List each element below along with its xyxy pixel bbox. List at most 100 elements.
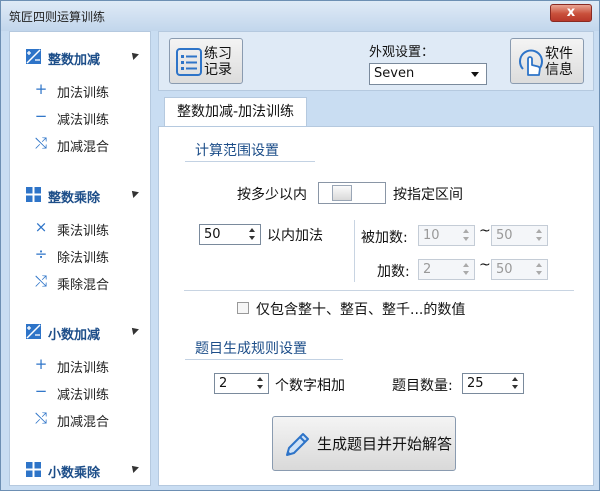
addend-max-value: 50 [496, 262, 513, 277]
tab-integer-addition[interactable]: 整数加减-加法训练 [164, 97, 307, 127]
range-tilde: ~ [479, 257, 491, 273]
interval-mode-label: 按指定区间 [393, 187, 463, 203]
stepper-arrows-icon[interactable] [462, 228, 471, 243]
appearance-label: 外观设置： [369, 45, 435, 60]
practice-record-label: 练习 记录 [204, 46, 232, 78]
sidebar-group-decimal-add-sub[interactable]: 小数加减 + 加法训练 − 减法训练 ⤭ 加减混合 [10, 321, 150, 434]
sidebar-group-header[interactable]: 整数乘除 [10, 184, 150, 206]
plus-icon: + [34, 355, 48, 373]
sidebar-item-label: 加减混合 [57, 415, 110, 430]
augend-min-value: 10 [423, 228, 440, 243]
close-button[interactable]: x [550, 4, 592, 22]
sidebar-item-subtraction-training[interactable]: − 减法训练 [10, 105, 150, 132]
within-suffix-label: 以内加法 [267, 228, 323, 244]
stepper-arrows-icon[interactable] [535, 262, 544, 277]
shuffle-icon: ⤭ [34, 134, 47, 152]
app-window: 筑匠四则运算训练 x 整数加减 + 加法训练 − 减法训练 ⤭ 加减混合 整数乘… [0, 0, 600, 491]
addend-min-stepper[interactable]: 2 [418, 259, 475, 280]
sidebar-item-decimal-add-sub-mixed[interactable]: ⤭ 加减混合 [10, 407, 150, 434]
sidebar-item-label: 乘除混合 [57, 278, 110, 293]
shuffle-icon: ⤭ [34, 272, 47, 290]
sidebar-item-label: 加法训练 [57, 86, 110, 101]
shuffle-icon: ⤭ [34, 409, 47, 427]
generate-button-label: 生成题目并开始解答 [317, 435, 453, 453]
grid-icon [26, 462, 41, 477]
section-divider [185, 359, 343, 360]
numbers-count-value: 2 [219, 376, 228, 391]
section-divider [185, 161, 315, 162]
within-value-stepper[interactable]: 50 [199, 224, 261, 245]
sidebar-group-header[interactable]: 小数乘除 [10, 459, 150, 481]
window-title: 筑匠四则运算训练 [9, 10, 106, 24]
sidebar-item-mul-div-mixed[interactable]: ⤭ 乘除混合 [10, 270, 150, 297]
sidebar-item-addition-training[interactable]: + 加法训练 [10, 78, 150, 105]
vertical-divider [354, 220, 355, 282]
within-mode-label: 按多少以内 [237, 187, 307, 203]
augend-label: 被加数: [361, 230, 408, 246]
augend-max-stepper[interactable]: 50 [491, 225, 548, 246]
sidebar-group-decimal-mul-div[interactable]: 小数乘除 [10, 459, 150, 481]
appearance-select[interactable]: Seven [369, 63, 487, 85]
sidebar-item-label: 除法训练 [57, 251, 110, 266]
divide-icon: ÷ [34, 245, 48, 263]
addend-label: 加数: [377, 264, 410, 280]
sidebar-item-decimal-subtraction-training[interactable]: − 减法训练 [10, 380, 150, 407]
question-count-value: 25 [467, 376, 484, 391]
sidebar-item-division-training[interactable]: ÷ 除法训练 [10, 243, 150, 270]
collapse-caret-icon[interactable] [129, 188, 139, 198]
plus-icon: + [34, 80, 48, 98]
augend-max-value: 50 [496, 228, 513, 243]
software-info-button[interactable]: 软件 信息 [510, 38, 584, 84]
sidebar-item-decimal-addition-training[interactable]: + 加法训练 [10, 353, 150, 380]
pencil-icon [286, 433, 309, 456]
sidebar-group-header[interactable]: 小数加减 [10, 321, 150, 343]
plus-minus-grid-icon [26, 324, 41, 339]
collapse-caret-icon[interactable] [129, 463, 139, 473]
stepper-arrows-icon[interactable] [462, 262, 471, 277]
toggle-knob[interactable] [332, 185, 352, 201]
practice-record-button[interactable]: 练习 记录 [169, 38, 243, 84]
minus-icon: − [34, 107, 48, 125]
collapse-caret-icon[interactable] [129, 50, 139, 60]
within-value: 50 [204, 227, 221, 242]
whole-numbers-only-checkbox[interactable] [237, 302, 249, 314]
sidebar-group-title: 整数加减 [48, 53, 101, 68]
sidebar-item-multiplication-training[interactable]: × 乘法训练 [10, 216, 150, 243]
question-count-label: 题目数量: [392, 378, 453, 394]
augend-min-stepper[interactable]: 10 [418, 225, 475, 246]
stepper-arrows-icon[interactable] [248, 227, 257, 242]
title-bar: 筑匠四则运算训练 x [1, 1, 599, 31]
collapse-caret-icon[interactable] [129, 325, 139, 335]
range-settings-title: 计算范围设置 [195, 143, 279, 159]
grid-icon [26, 187, 41, 202]
sidebar-item-label: 乘法训练 [57, 224, 110, 239]
range-tilde: ~ [479, 223, 491, 239]
stepper-arrows-icon[interactable] [511, 376, 520, 391]
rule-settings-title: 题目生成规则设置 [195, 341, 307, 357]
sidebar-item-label: 加减混合 [57, 140, 110, 155]
stepper-arrows-icon[interactable] [256, 376, 265, 391]
numbers-count-stepper[interactable]: 2 [214, 373, 269, 394]
sidebar-group-title: 小数加减 [48, 328, 101, 343]
addend-min-value: 2 [423, 262, 432, 277]
sidebar-group-integer-mul-div[interactable]: 整数乘除 × 乘法训练 ÷ 除法训练 ⤭ 乘除混合 [10, 184, 150, 297]
sidebar-item-label: 加法训练 [57, 361, 110, 376]
numbers-count-label: 个数字相加 [275, 378, 345, 394]
sidebar-item-add-sub-mixed[interactable]: ⤭ 加减混合 [10, 132, 150, 159]
plus-minus-grid-icon [26, 49, 41, 64]
sidebar-item-label: 减法训练 [57, 388, 110, 403]
sidebar-group-integer-add-sub[interactable]: 整数加减 + 加法训练 − 减法训练 ⤭ 加减混合 [10, 46, 150, 159]
appearance-select-value: Seven [374, 66, 415, 81]
generate-and-start-button[interactable]: 生成题目并开始解答 [272, 416, 456, 471]
horizontal-divider [184, 290, 574, 291]
question-count-stepper[interactable]: 25 [462, 373, 524, 394]
stepper-arrows-icon[interactable] [535, 228, 544, 243]
sidebar: 整数加减 + 加法训练 − 减法训练 ⤭ 加减混合 整数乘除 × 乘法训练 ÷ … [9, 31, 151, 486]
software-info-label: 软件 信息 [545, 46, 573, 78]
settings-panel: 计算范围设置 按多少以内 按指定区间 50 以内加法 被加数: 10 ~ 50 … [158, 126, 594, 486]
list-icon [176, 48, 202, 76]
range-mode-toggle[interactable] [318, 182, 386, 204]
sidebar-group-header[interactable]: 整数加减 [10, 46, 150, 68]
addend-max-stepper[interactable]: 50 [491, 259, 548, 280]
sidebar-group-title: 整数乘除 [48, 191, 101, 206]
